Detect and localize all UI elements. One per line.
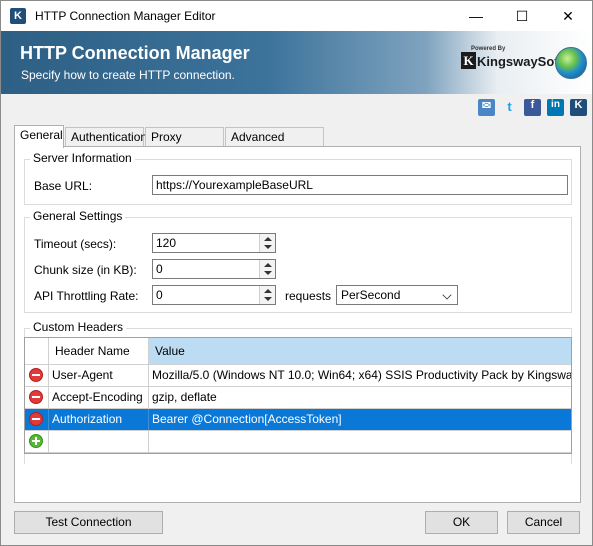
row-action-cell: [25, 431, 49, 452]
kingsway-app-icon: K: [10, 8, 26, 24]
tab-general[interactable]: General: [14, 125, 64, 148]
timeout-label: Timeout (secs):: [34, 237, 117, 251]
header-value-cell[interactable]: Mozilla/5.0 (Windows NT 10.0; Win64; x64…: [149, 365, 571, 386]
maximize-button[interactable]: ☐: [499, 1, 545, 31]
globe-icon: [555, 47, 587, 79]
row-header-column: [25, 338, 49, 365]
linkedin-icon[interactable]: in: [547, 99, 564, 116]
cancel-button[interactable]: Cancel: [507, 511, 580, 534]
banner-title: HTTP Connection Manager: [20, 43, 250, 63]
spin-down-icon: [264, 245, 272, 249]
window-title: HTTP Connection Manager Editor: [35, 9, 216, 23]
general-tab-panel: Server Information Base URL: https://You…: [14, 146, 581, 503]
spin-up-icon: [264, 289, 272, 293]
facebook-icon[interactable]: f: [524, 99, 541, 116]
group-title: Custom Headers: [30, 320, 127, 334]
timeout-value: 120: [156, 236, 177, 250]
throttling-rate-input[interactable]: 0: [152, 285, 276, 305]
spin-up-icon: [264, 263, 272, 267]
chevron-down-icon: [442, 290, 452, 300]
test-connection-button[interactable]: Test Connection: [14, 511, 163, 534]
powered-by-label: Powered By: [471, 46, 506, 52]
add-row-icon[interactable]: [29, 434, 43, 448]
tab-advanced-settings[interactable]: Advanced Settings: [225, 127, 324, 162]
throttling-rate-spinner[interactable]: [259, 286, 275, 304]
chunk-size-spinner[interactable]: [259, 260, 275, 278]
header-value-cell[interactable]: [149, 431, 571, 452]
close-button[interactable]: ✕: [545, 1, 591, 31]
server-information-group: Server Information Base URL: https://You…: [24, 151, 572, 205]
kingsway-icon[interactable]: K: [570, 99, 587, 116]
kingswaysoft-logo: Powered By K KingswaySoft: [457, 41, 589, 87]
row-action-cell: [25, 387, 49, 408]
row-action-cell: [25, 365, 49, 386]
throttling-unit-select[interactable]: PerSecond: [336, 285, 458, 305]
header-name-column[interactable]: Header Name: [49, 338, 149, 365]
group-title: Server Information: [30, 151, 135, 165]
header-name-cell[interactable]: Accept-Encoding: [49, 387, 149, 408]
value-column[interactable]: Value: [149, 338, 571, 365]
throttling-rate-label: API Throttling Rate:: [34, 289, 139, 303]
header-name-cell[interactable]: [49, 431, 149, 452]
editor-window: K HTTP Connection Manager Editor — ☐ ✕ H…: [0, 0, 593, 546]
base-url-label: Base URL:: [34, 179, 93, 193]
minimize-button[interactable]: —: [453, 1, 499, 31]
table-row-selected[interactable]: Authorization Bearer @Connection[AccessT…: [25, 409, 571, 431]
requests-label: requests: [285, 289, 332, 303]
ok-button[interactable]: OK: [425, 511, 498, 534]
timeout-input[interactable]: 120: [152, 233, 276, 253]
twitter-icon[interactable]: t: [501, 99, 518, 116]
email-icon[interactable]: ✉: [478, 99, 495, 116]
chunk-size-label: Chunk size (in KB):: [34, 263, 137, 277]
title-bar: K HTTP Connection Manager Editor — ☐ ✕: [1, 1, 592, 31]
remove-row-icon[interactable]: [29, 390, 43, 404]
table-row[interactable]: User-Agent Mozilla/5.0 (Windows NT 10.0;…: [25, 365, 571, 387]
row-action-cell: [25, 409, 49, 430]
chunk-size-value: 0: [156, 262, 163, 276]
header-name-cell[interactable]: Authorization: [49, 409, 149, 430]
brand-name: KingswaySoft: [477, 54, 563, 69]
group-title: General Settings: [30, 209, 126, 223]
header-value-cell[interactable]: Bearer @Connection[AccessToken]: [149, 409, 571, 430]
header-banner: HTTP Connection Manager Specify how to c…: [1, 31, 592, 94]
tab-authentication[interactable]: Authentication: [65, 127, 147, 147]
spin-down-icon: [264, 297, 272, 301]
remove-row-icon[interactable]: [29, 412, 43, 426]
spin-up-icon: [264, 237, 272, 241]
throttling-rate-value: 0: [156, 288, 163, 302]
logo-k-icon: K: [461, 52, 476, 69]
remove-row-icon[interactable]: [29, 368, 43, 382]
tab-proxy-settings[interactable]: Proxy Settings: [145, 127, 224, 162]
timeout-spinner[interactable]: [259, 234, 275, 252]
spin-down-icon: [264, 271, 272, 275]
chunk-size-input[interactable]: 0: [152, 259, 276, 279]
header-name-cell[interactable]: User-Agent: [49, 365, 149, 386]
new-row[interactable]: [25, 431, 571, 453]
table-row[interactable]: Accept-Encoding gzip, deflate: [25, 387, 571, 409]
custom-headers-grid: Header Name Value User-Agent Mozilla/5.0…: [24, 337, 572, 454]
banner-subtitle: Specify how to create HTTP connection.: [21, 68, 235, 82]
header-value-cell[interactable]: gzip, deflate: [149, 387, 571, 408]
base-url-input[interactable]: https://YourexampleBaseURL: [152, 175, 568, 195]
throttling-unit-value: PerSecond: [341, 288, 401, 302]
general-settings-group: General Settings Timeout (secs): 120 Chu…: [24, 209, 572, 313]
